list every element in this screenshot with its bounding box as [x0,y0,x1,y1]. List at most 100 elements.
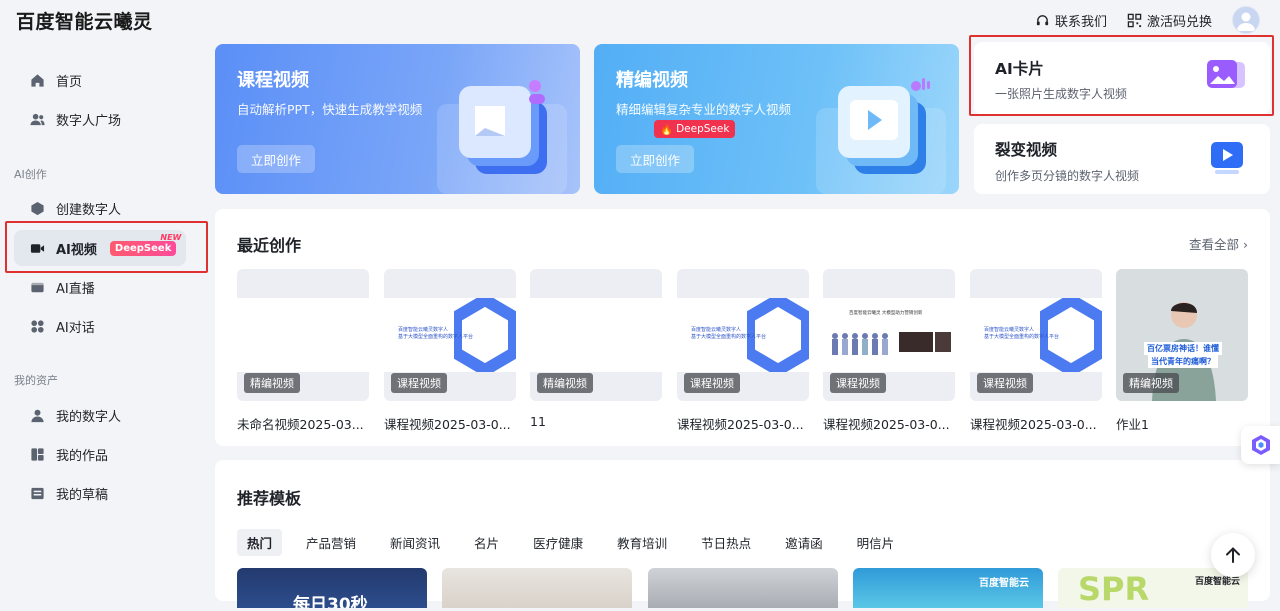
video-type-tag: 课程视频 [977,373,1033,393]
people-group-icon [832,333,888,355]
template-card[interactable]: SPR 百度智能云 [1058,568,1248,608]
new-tag: NEW [160,232,182,242]
person-icon [31,409,44,422]
sidebar: 首页 数字人广场 AI创作 创建数字人 AI视频 DeepSeek NEW AI直… [0,40,205,611]
recommended-templates-panel: 推荐模板 热门 产品营销 新闻资讯 名片 医疗健康 教育培训 节日热点 邀请函 … [215,460,1270,608]
recent-item-thumbnail[interactable]: 百亿票房神话！谁懂 当代青年的痛啊？ 精编视频 [1116,269,1248,401]
ai-card-entry[interactable]: AI卡片 一张照片生成数字人视频 [974,42,1270,115]
thumb-slide-frame: 百度智能云曦灵数字人 基于大模型全面重构的数字人平台 [677,298,809,372]
image-card-icon [1207,60,1245,88]
course-video-card[interactable]: 课程视频 自动解析PPT，快速生成教学视频 立即创作 [215,44,580,194]
course-video-title: 课程视频 [237,70,309,91]
sidebar-item-label: AI直播 [56,281,95,297]
hexagon-icon [31,201,44,215]
see-all-link[interactable]: 查看全部 › [1189,234,1248,253]
sidebar-item-my-digital-human[interactable]: 我的数字人 [14,397,186,433]
sidebar-item-label: 创建数字人 [56,202,122,218]
template-card[interactable]: 百度智能云 [853,568,1043,608]
thumb-caption-line1: 百亿票房神话！谁懂 [1144,342,1222,355]
works-icon [31,447,44,461]
back-to-top-button[interactable] [1211,533,1255,577]
sidebar-item-digital-human-plaza[interactable]: 数字人广场 [14,101,186,137]
tab-invitation[interactable]: 邀请函 [775,529,833,556]
ai-card-desc: 一张照片生成数字人视频 [995,87,1128,101]
recent-item-thumbnail[interactable]: 百度智能云曦灵 大模型助力营销创新 课程视频 [823,269,955,401]
course-video-create-button[interactable]: 立即创作 [237,145,315,173]
video-type-tag: 精编视频 [244,373,300,393]
assistant-logo-icon [1251,435,1270,455]
section-label-my-assets: 我的资产 [14,374,58,387]
video-preview-box [899,332,933,352]
thumb-banner-frame: 百度智能云曦灵 大模型助力营销创新 [823,298,955,372]
video-type-tag: 精编视频 [1123,373,1179,393]
sidebar-item-label: AI对话 [56,320,95,336]
recent-item-title[interactable]: 未命名视频2025-03... [237,414,369,433]
video-preview-box [935,332,951,352]
recent-item-title[interactable]: 11 [530,414,662,429]
sidebar-item-create-digital-human[interactable]: 创建数字人 [14,190,186,226]
template-card[interactable] [442,568,632,608]
video-type-tag: 课程视频 [830,373,886,393]
tab-holiday[interactable]: 节日热点 [691,529,761,556]
edit-video-title: 精编视频 [616,70,688,91]
template-card[interactable]: 每日30秒 [237,568,427,608]
edit-video-create-button[interactable]: 立即创作 [616,145,694,173]
recent-item-title[interactable]: 课程视频2025-03-0... [677,414,809,433]
sidebar-item-ai-live[interactable]: AI直播 [14,269,186,305]
template-card-text: SPR [1078,570,1150,608]
sidebar-item-my-works[interactable]: 我的作品 [14,436,186,472]
recent-creations-title: 最近创作 [237,236,302,255]
redeem-code-link[interactable]: 激活码兑换 [1127,11,1212,30]
sidebar-item-ai-video[interactable]: AI视频 DeepSeek NEW [14,230,186,266]
sidebar-item-label: 我的作品 [56,448,109,464]
recent-item-title[interactable]: 课程视频2025-03-0... [970,414,1102,433]
assistant-float-button[interactable] [1241,426,1280,464]
banner-text: 百度智能云曦灵 大模型助力营销创新 [849,311,923,316]
slides-illustration-icon [437,80,567,194]
sidebar-item-ai-chat[interactable]: AI对话 [14,308,186,344]
recent-item-thumbnail[interactable]: 精编视频 [530,269,662,401]
deepseek-badge-label: DeepSeek [114,242,172,254]
section-label-ai-creation: AI创作 [14,168,47,181]
recommended-templates-title: 推荐模板 [237,489,302,508]
contact-us-link[interactable]: 联系我们 [1035,11,1107,30]
recent-item-thumbnail[interactable]: 百度智能云曦灵数字人 基于大模型全面重构的数字人平台 课程视频 [384,269,516,401]
sidebar-item-home[interactable]: 首页 [14,62,186,98]
sidebar-item-my-drafts[interactable]: 我的草稿 [14,475,186,511]
slide-text-line1: 百度智能云曦灵数字人 [398,327,449,333]
recent-item-thumbnail[interactable]: 百度智能云曦灵数字人 基于大模型全面重构的数字人平台 课程视频 [677,269,809,401]
thumb-blank-frame [237,298,369,372]
recent-item-thumbnail[interactable]: 百度智能云曦灵数字人 基于大模型全面重构的数字人平台 课程视频 [970,269,1102,401]
slide-text-line1: 百度智能云曦灵数字人 [691,327,742,333]
tab-education[interactable]: 教育培训 [607,529,677,556]
user-avatar[interactable] [1232,6,1260,34]
tab-product-marketing[interactable]: 产品营销 [296,529,366,556]
recent-item-thumbnail[interactable]: 精编视频 [237,269,369,401]
recent-item-title[interactable]: 作业1 [1116,414,1248,433]
header-actions: 联系我们 激活码兑换 [1035,6,1260,34]
top-header: 百度智能云曦灵 联系我们 激活码兑换 [0,0,1280,40]
tab-postcard[interactable]: 明信片 [847,529,905,556]
recent-item-title[interactable]: 课程视频2025-03-0... [823,414,955,433]
thumb-slide-frame: 百度智能云曦灵数字人 基于大模型全面重构的数字人平台 [970,298,1102,372]
edit-video-card[interactable]: 精编视频 精细编辑复杂专业的数字人视频 立即创作 [594,44,959,194]
thumb-blank-frame [530,298,662,372]
tab-news[interactable]: 新闻资讯 [380,529,450,556]
fission-video-entry[interactable]: 裂变视频 创作多页分镜的数字人视频 [974,124,1270,194]
template-card[interactable] [648,568,838,608]
app-logo[interactable]: 百度智能云曦灵 [16,7,153,34]
tab-hot[interactable]: 热门 [237,529,283,556]
recent-item-title[interactable]: 课程视频2025-03-0... [384,414,516,433]
template-brand-label: 百度智能云 [979,578,1029,589]
avatar-person-icon [1237,12,1255,31]
slide-text-line2: 基于大模型全面重构的数字人平台 [398,334,474,340]
tab-business-card[interactable]: 名片 [464,529,509,556]
live-icon [31,282,44,292]
video-player-illustration-icon [816,78,946,194]
sidebar-item-label: 数字人广场 [56,113,122,129]
home-icon [31,73,44,87]
tab-healthcare[interactable]: 医疗健康 [523,529,593,556]
flame-icon: 🔥 [660,123,674,136]
sidebar-item-label: 我的草稿 [56,487,109,503]
fission-video-desc: 创作多页分镜的数字人视频 [995,169,1140,183]
